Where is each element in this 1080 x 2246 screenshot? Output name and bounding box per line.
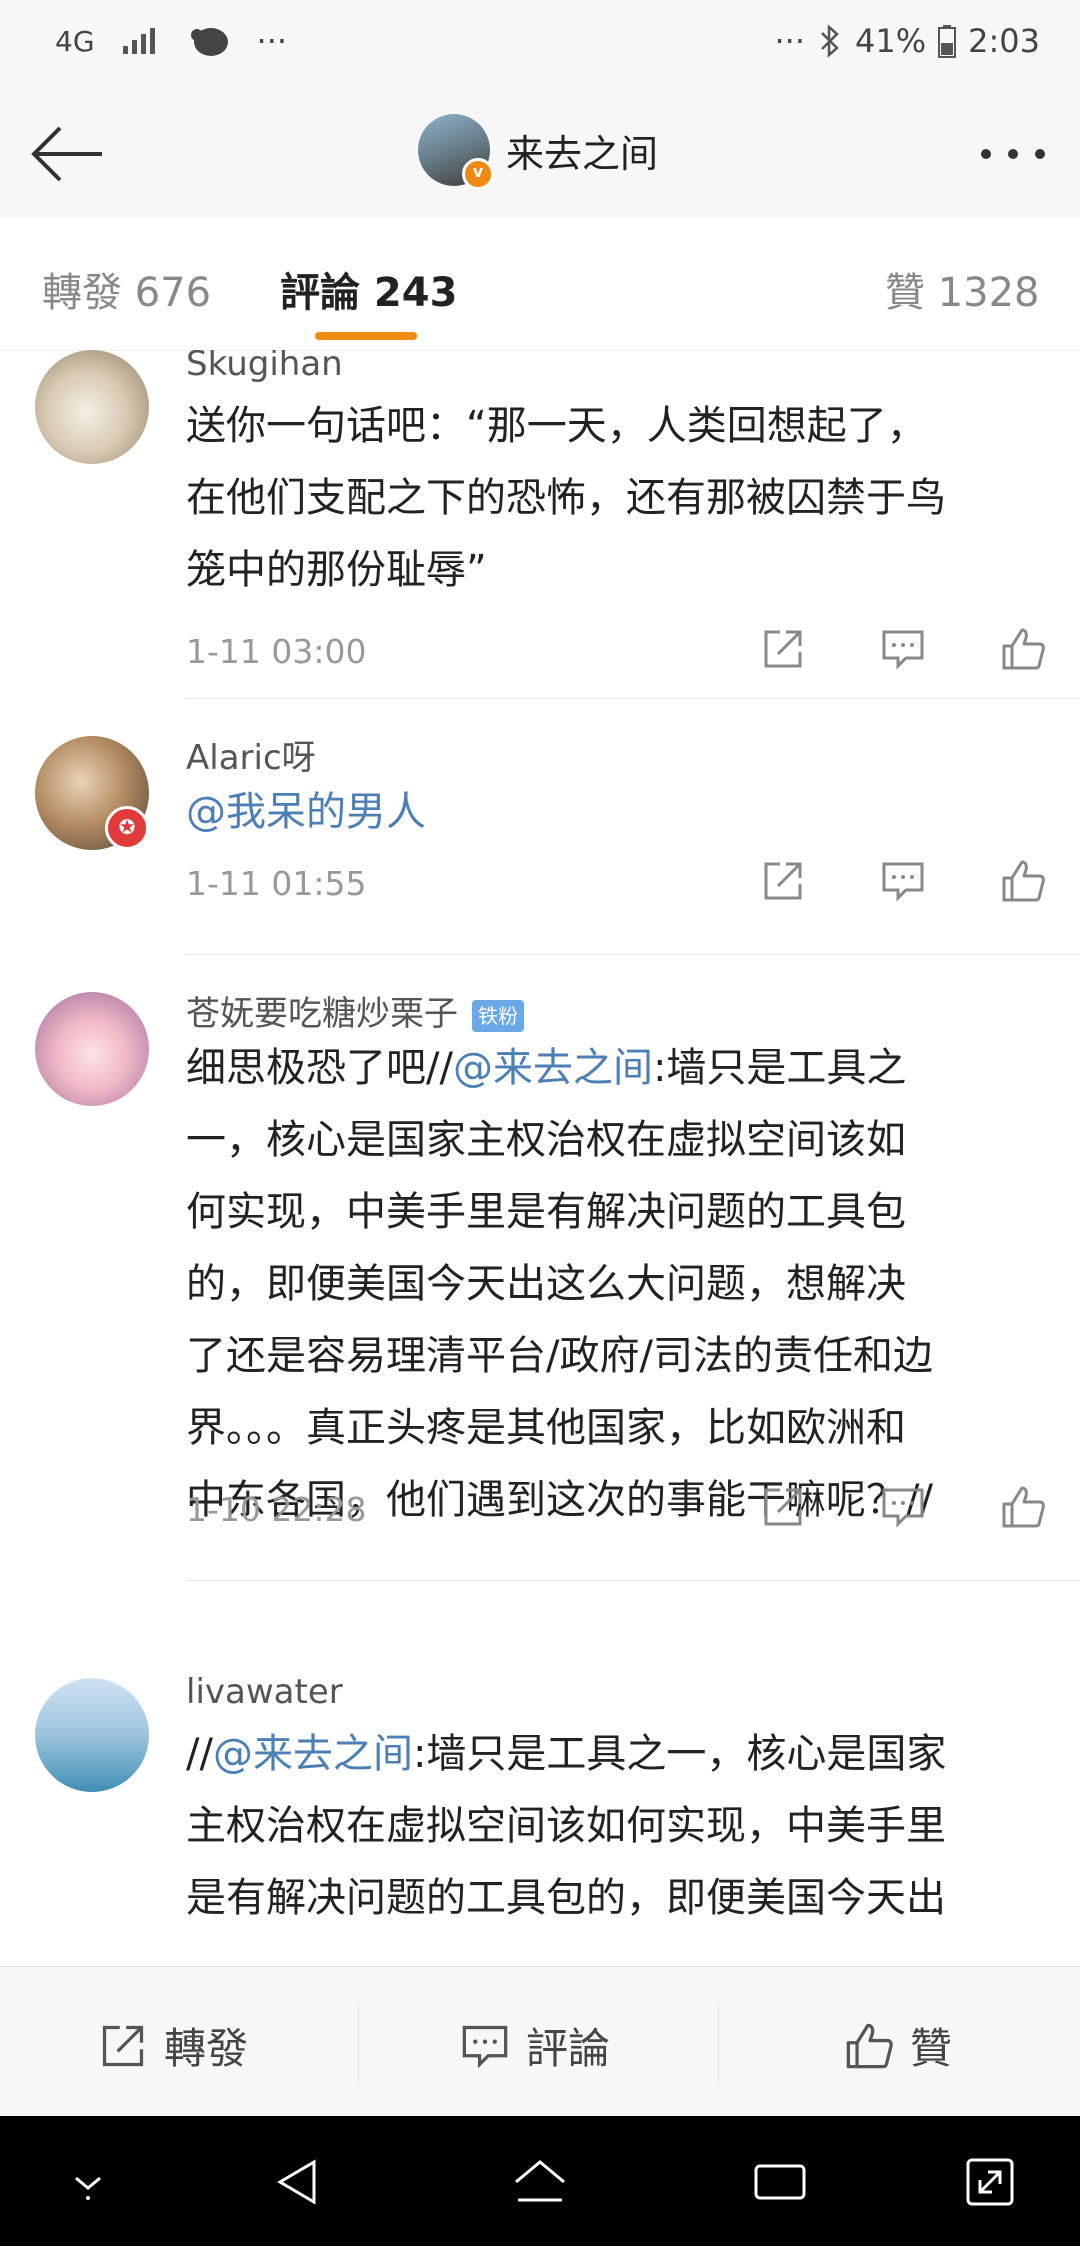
comment-text: 细思极恐了吧//@来去之间:墙只是工具之 一，核心是国家主权治权在虚拟空间该如 … (186, 1032, 1046, 1536)
comment-divider (186, 954, 1080, 955)
arrow-left-icon (31, 126, 102, 182)
status-bar: 4G ··· ··· 41% 2:03 (0, 0, 1080, 90)
thumbs-up-icon[interactable] (1000, 1484, 1046, 1530)
user-avatar[interactable] (35, 1678, 149, 1792)
back-button[interactable] (30, 122, 106, 186)
verified-badge: v (462, 158, 494, 190)
tab-bar: 轉發 676 評論 243 贊 1328 (0, 218, 1080, 351)
comment-divider (186, 698, 1080, 699)
comment-line: 是有解决问题的工具包的，即便美国今天出 (186, 1875, 946, 1921)
clock: 2:03 (968, 22, 1040, 60)
fan-badge: 铁粉 (472, 999, 524, 1032)
text-prefix: // (186, 1731, 213, 1777)
signal-icon (122, 28, 155, 54)
share-icon[interactable] (760, 1484, 806, 1530)
home-icon[interactable] (510, 2152, 570, 2212)
share-icon (102, 2025, 144, 2066)
system-nav-bar (0, 2116, 1080, 2246)
comment-author[interactable]: livawater (186, 1672, 343, 1712)
text-suffix: :墙只是工具之一，核心是国家 (412, 1731, 947, 1777)
bar-divider (718, 2007, 719, 2081)
bottom-action-bar: 轉發 評論 贊 (0, 1966, 1080, 2117)
comment-time: 1-10 22:28 (186, 1490, 367, 1529)
network-type: 4G (55, 24, 95, 58)
comment-line: 界。。。真正头疼是其他国家，比如欧洲和 (186, 1405, 906, 1451)
nav-header: v 来去之间 (0, 90, 1080, 219)
comment-label: 評論 (526, 2024, 611, 2073)
expand-icon[interactable] (960, 2152, 1020, 2212)
reply-icon[interactable] (880, 626, 926, 672)
tab-likes[interactable]: 贊 1328 (885, 260, 1040, 318)
reply-icon (462, 2025, 508, 2068)
comment-line: 在他们支配之下的恐怖，还有那被囚禁于鸟 (186, 475, 946, 521)
repost-button[interactable]: 轉發 (98, 2015, 248, 2076)
comment-author[interactable]: 苍妩要吃糖炒栗子 铁粉 (186, 986, 524, 1035)
share-icon[interactable] (760, 626, 806, 672)
more-button[interactable] (978, 134, 1048, 164)
comment-list: Skugihan 送你一句话吧：“那一天，人类回想起了， 在他们支配之下的恐怖，… (0, 350, 1080, 1966)
author-name: 苍妩要吃糖炒栗子 (186, 994, 458, 1034)
page-title: 来去之间 (506, 131, 659, 176)
text-suffix: :墙只是工具之 (652, 1045, 907, 1091)
status-right: ··· 41% 2:03 (775, 22, 1041, 60)
user-avatar[interactable] (35, 350, 149, 464)
comment-actions (760, 626, 1046, 672)
bluetooth-icon (821, 24, 839, 58)
comment-divider (186, 1580, 1080, 1581)
comment-actions (760, 1484, 1046, 1530)
share-icon[interactable] (760, 858, 806, 904)
text-prefix: 细思极恐了吧// (186, 1045, 453, 1091)
comment-line: 了还是容易理清平台/政府/司法的责任和边 (186, 1333, 933, 1379)
comment-author[interactable]: Alaric呀 (186, 730, 316, 779)
comment-author[interactable]: Skugihan (186, 350, 343, 384)
reply-icon[interactable] (880, 1484, 926, 1530)
comment-time: 1-11 01:55 (186, 864, 367, 903)
tab-reposts[interactable]: 轉發 676 (42, 260, 211, 318)
comment-line: 的，即便美国今天出这么大问题，想解决 (186, 1261, 906, 1307)
thumbs-up-icon (846, 2023, 893, 2068)
comment-button[interactable]: 評論 (460, 2015, 610, 2076)
comment-text: 送你一句话吧：“那一天，人类回想起了， 在他们支配之下的恐怖，还有那被囚禁于鸟 … (186, 390, 1046, 606)
thumbs-up-icon[interactable] (1000, 858, 1046, 904)
back-nav-icon[interactable] (270, 2152, 330, 2212)
mention-link[interactable]: @来去之间 (213, 1731, 413, 1777)
user-avatar[interactable]: ✪ (35, 736, 149, 850)
comment-line: 主权治权在虚拟空间该如何实现，中美手里 (186, 1803, 946, 1849)
battery-percent: 41% (855, 22, 927, 60)
battery-icon (938, 25, 957, 58)
comment-text: //@来去之间:墙只是工具之一，核心是国家 主权治权在虚拟空间该如何实现，中美手… (186, 1718, 1046, 1934)
repost-label: 轉發 (164, 2024, 249, 2073)
mention-link[interactable]: @我呆的男人 (186, 789, 426, 835)
comment-line: 何实现，中美手里是有解决问题的工具包 (186, 1189, 906, 1235)
comment-time: 1-11 03:00 (186, 632, 367, 671)
user-avatar[interactable] (35, 992, 149, 1106)
hide-keyboard-icon[interactable] (58, 2152, 118, 2212)
comment-actions (760, 858, 1046, 904)
comment-line: //@来去之间:墙只是工具之一，核心是国家 (186, 1718, 1046, 1790)
recent-apps-icon[interactable] (750, 2152, 810, 2212)
tab-comments[interactable]: 評論 243 (280, 260, 457, 318)
comment-line: 细思极恐了吧//@来去之间:墙只是工具之 (186, 1032, 1046, 1104)
active-tab-indicator (315, 332, 417, 340)
reply-icon[interactable] (880, 858, 926, 904)
comment-line: 送你一句话吧：“那一天，人类回想起了， (186, 403, 927, 449)
bar-divider (358, 2007, 359, 2081)
like-button[interactable]: 贊 (844, 2015, 952, 2076)
status-more: ··· (256, 22, 288, 60)
like-label: 贊 (910, 2024, 953, 2073)
status-left: 4G ··· (55, 22, 287, 60)
member-badge-icon: ✪ (105, 806, 149, 850)
status-more-right: ··· (774, 22, 806, 60)
mention-link[interactable]: @来去之间 (453, 1045, 653, 1091)
nav-profile[interactable]: v 来去之间 (418, 114, 659, 190)
comment-line: 笼中的那份耻辱” (186, 547, 487, 593)
comment-line: 一，核心是国家主权治权在虚拟空间该如 (186, 1117, 906, 1163)
comment-text: @我呆的男人 (186, 776, 1046, 848)
more-dots-icon (981, 149, 1045, 159)
app-notification-icon (190, 28, 228, 56)
nav-avatar[interactable]: v (418, 114, 494, 190)
thumbs-up-icon[interactable] (1000, 626, 1046, 672)
